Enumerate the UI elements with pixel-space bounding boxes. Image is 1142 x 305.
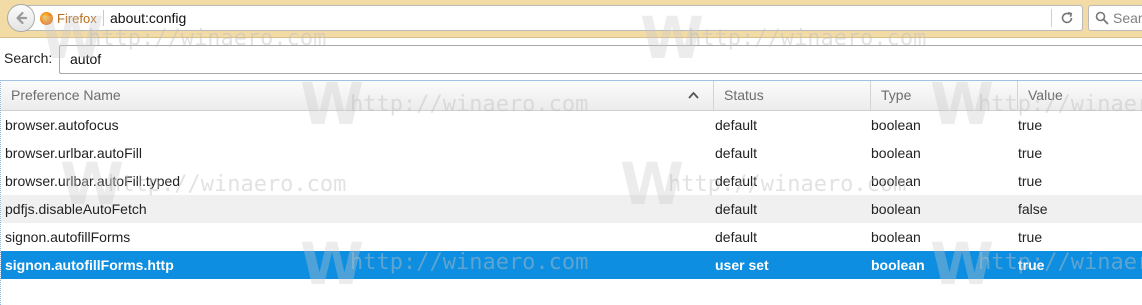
pref-name: browser.urlbar.autoFill bbox=[5, 145, 142, 161]
pref-type: boolean bbox=[871, 257, 925, 273]
search-placeholder: Search bbox=[1113, 10, 1142, 26]
table-row[interactable]: browser.autofocus default boolean true bbox=[1, 111, 1142, 139]
back-button[interactable] bbox=[7, 4, 35, 32]
reload-button[interactable] bbox=[1056, 8, 1078, 28]
pref-name: pdfjs.disableAutoFetch bbox=[5, 201, 147, 217]
config-search-row: Search: autof bbox=[0, 42, 1142, 76]
pref-name: signon.autofillForms.http bbox=[5, 257, 174, 273]
table-row-selected[interactable]: signon.autofillForms.http user set boole… bbox=[1, 251, 1142, 279]
pref-status: default bbox=[715, 173, 758, 189]
pref-status: default bbox=[715, 201, 758, 217]
pref-value: true bbox=[1018, 117, 1043, 133]
sort-ascending-icon[interactable] bbox=[687, 89, 700, 102]
url-bar[interactable]: Firefox about:config bbox=[26, 5, 1083, 31]
pref-type: boolean bbox=[871, 145, 921, 161]
pref-value: true bbox=[1018, 229, 1043, 245]
reload-icon bbox=[1061, 11, 1073, 24]
navigation-toolbar: Firefox about:config Search bbox=[0, 0, 1142, 38]
table-header: Preference Name Status Type Value bbox=[1, 81, 1142, 111]
firefox-icon bbox=[40, 11, 53, 25]
pref-type: boolean bbox=[871, 201, 921, 217]
pref-status: default bbox=[715, 229, 758, 245]
pref-name: browser.urlbar.autoFill.typed bbox=[5, 173, 181, 189]
pref-status: default bbox=[715, 117, 758, 133]
config-search-input[interactable]: autof bbox=[59, 45, 1142, 74]
pref-type: boolean bbox=[871, 173, 921, 189]
identity-label: Firefox bbox=[57, 10, 97, 26]
pref-value: true bbox=[1018, 173, 1043, 189]
pref-status: user set bbox=[715, 257, 769, 273]
pref-value: true bbox=[1018, 145, 1043, 161]
column-header-preference-name[interactable]: Preference Name bbox=[1, 81, 712, 110]
url-text[interactable]: about:config bbox=[110, 6, 186, 30]
pref-value: true bbox=[1018, 257, 1045, 273]
table-row[interactable]: pdfjs.disableAutoFetch default boolean f… bbox=[1, 195, 1142, 223]
identity-box[interactable]: Firefox bbox=[40, 6, 97, 30]
search-bar[interactable]: Search bbox=[1088, 5, 1142, 31]
table-row[interactable]: browser.urlbar.autoFill default boolean … bbox=[1, 139, 1142, 167]
column-header-type[interactable]: Type bbox=[870, 81, 1016, 110]
preferences-table: Preference Name Status Type Value browse… bbox=[0, 80, 1142, 305]
search-icon bbox=[1095, 11, 1109, 25]
pref-status: default bbox=[715, 145, 758, 161]
pref-type: boolean bbox=[871, 117, 921, 133]
pref-type: boolean bbox=[871, 229, 921, 245]
table-row[interactable]: signon.autofillForms default boolean tru… bbox=[1, 223, 1142, 251]
pref-name: browser.autofocus bbox=[5, 117, 119, 133]
column-header-status[interactable]: Status bbox=[713, 81, 869, 110]
identity-separator bbox=[103, 10, 104, 26]
reload-separator bbox=[1051, 9, 1052, 27]
arrow-left-icon bbox=[16, 11, 28, 25]
table-body: browser.autofocus default boolean true b… bbox=[1, 111, 1142, 279]
table-row[interactable]: browser.urlbar.autoFill.typed default bo… bbox=[1, 167, 1142, 195]
column-header-value[interactable]: Value bbox=[1017, 81, 1142, 110]
pref-value: false bbox=[1018, 201, 1048, 217]
search-label: Search: bbox=[4, 50, 53, 66]
pref-name: signon.autofillForms bbox=[5, 229, 131, 245]
